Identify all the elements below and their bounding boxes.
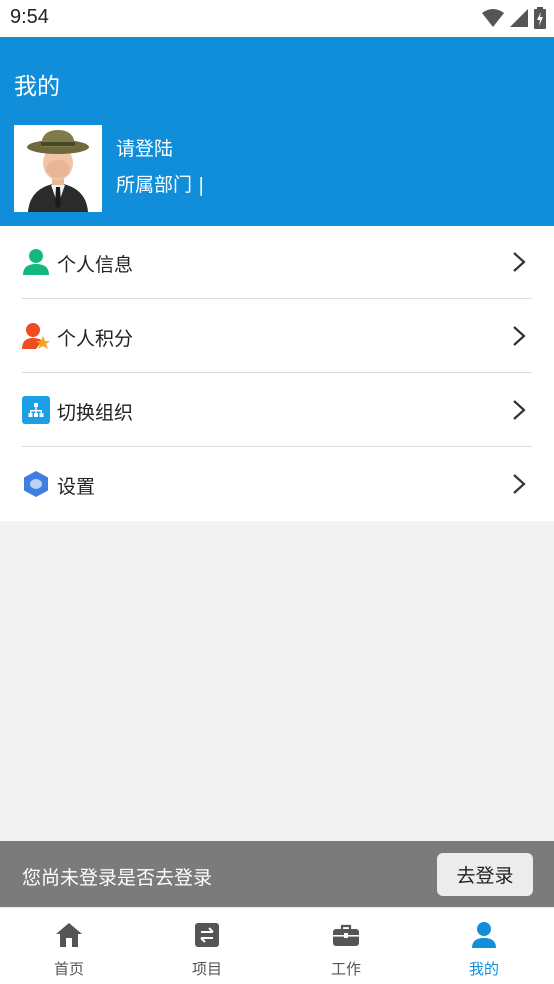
tab-home[interactable]: 首页 [0,908,138,984]
cell-signal-icon [510,9,528,27]
avatar-man-with-hat-icon [27,130,89,212]
login-prompt[interactable]: 请登陆 [116,134,173,161]
divider [22,446,532,447]
tab-label: 项目 [191,960,222,978]
chevron-right-icon [513,252,526,272]
org-chart-icon [22,396,50,424]
go-login-button[interactable]: 去登录 [437,853,533,896]
menu-item-label: 个人信息 [57,254,134,276]
tab-label: 我的 [468,960,499,978]
user-icon [472,922,496,948]
tab-project[interactable]: 项目 [138,908,276,984]
menu-item-label: 个人积分 [57,328,134,350]
wifi-icon [482,9,504,27]
page-title: 我的 [14,74,60,100]
chevron-right-icon [513,326,526,346]
tab-label: 工作 [330,960,361,978]
department-label: 所属部门 | [116,174,205,196]
settings-hexagon-icon [24,471,48,497]
tab-label: 首页 [53,960,84,978]
profile-header: 我的 请登陆 所属部门 | [0,37,554,226]
briefcase-icon [333,924,359,946]
status-time: 9:54 [10,6,49,28]
person-icon [23,249,49,275]
status-icons [482,7,546,29]
chevron-right-icon [513,474,526,494]
battery-icon [534,7,546,29]
profile-menu: 个人信息 个人积分 切换组织 设置 [0,226,554,521]
divider [22,372,532,373]
menu-item-label: 切换组织 [57,402,134,424]
menu-item-label: 设置 [57,476,96,498]
home-icon [56,923,82,947]
menu-item-settings[interactable]: 设置 [22,448,532,521]
bottom-tab-bar: 首页 项目 工作 我的 [0,907,554,984]
chevron-right-icon [513,400,526,420]
avatar[interactable] [14,125,102,212]
login-banner-message: 您尚未登录是否去登录 [22,867,213,889]
tab-mine[interactable]: 我的 [415,908,553,984]
status-bar: 9:54 [0,0,554,37]
menu-item-personal-info[interactable]: 个人信息 [22,226,532,299]
tab-work[interactable]: 工作 [277,908,415,984]
divider [22,298,532,299]
menu-item-personal-points[interactable]: 个人积分 [22,300,532,373]
login-banner: 您尚未登录是否去登录 去登录 [0,841,554,907]
person-star-icon [22,323,50,349]
menu-item-switch-org[interactable]: 切换组织 [22,374,532,447]
project-icon [195,923,219,947]
